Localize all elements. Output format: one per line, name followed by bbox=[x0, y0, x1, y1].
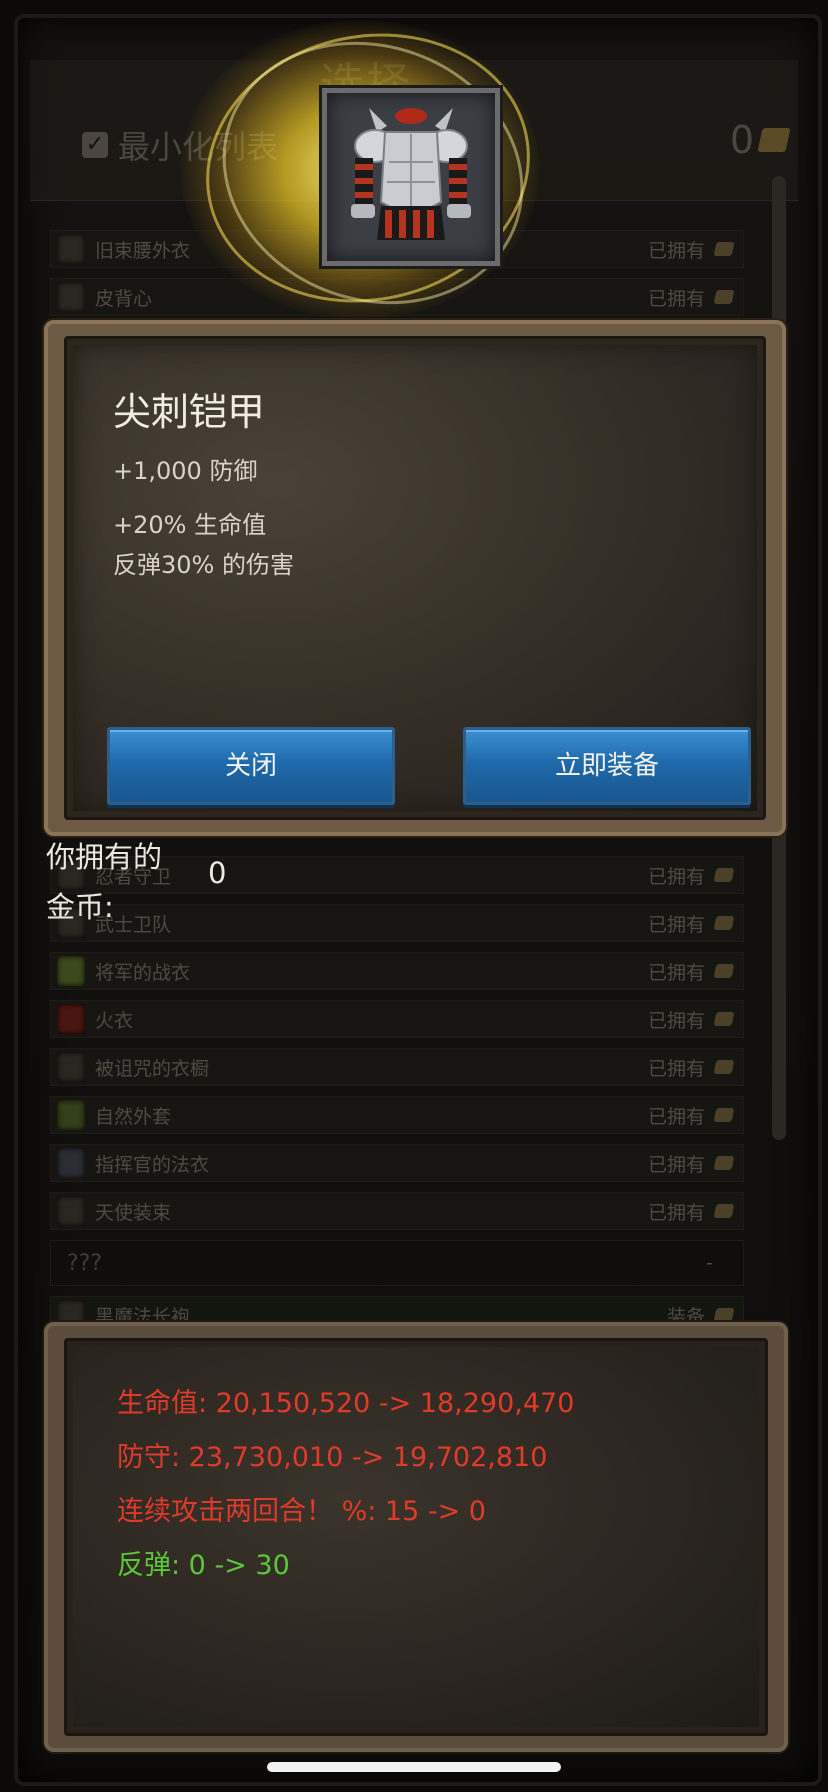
gold-coin-icon bbox=[713, 868, 735, 882]
item-status: 已拥有 bbox=[647, 913, 705, 936]
item-status: 已拥有 bbox=[647, 1201, 705, 1224]
item-status: - bbox=[706, 1252, 713, 1274]
item-status: 已拥有 bbox=[647, 1105, 705, 1128]
stat-hp-change: 生命值: 20,150,520 -> 18,290,470 bbox=[117, 1388, 575, 1419]
gold-coin-icon bbox=[713, 1060, 735, 1074]
item-status: 已拥有 bbox=[647, 961, 705, 984]
close-button[interactable]: 关闭 bbox=[107, 727, 395, 805]
item-defense-stat: +1,000 防御 bbox=[113, 457, 258, 485]
list-item[interactable]: 指挥官的法衣 已拥有 bbox=[50, 1144, 744, 1182]
item-name: 火衣 bbox=[95, 1009, 134, 1032]
list-item[interactable]: 自然外套 已拥有 bbox=[50, 1096, 744, 1134]
item-name: 自然外套 bbox=[95, 1105, 172, 1128]
gold-coin-icon bbox=[713, 1012, 735, 1026]
stats-panel-inner: 生命值: 20,150,520 -> 18,290,470 防守: 23,730… bbox=[64, 1338, 768, 1736]
armor-thumbnail-icon bbox=[57, 1100, 85, 1130]
gold-coin-icon bbox=[713, 1156, 735, 1170]
owned-gold-value: 0 bbox=[208, 856, 227, 890]
item-name: 指挥官的法衣 bbox=[95, 1153, 210, 1176]
armor-thumbnail-icon bbox=[57, 282, 85, 312]
stat-double-attack-change: 连续攻击两回合！ %: 15 -> 0 bbox=[117, 1496, 486, 1527]
list-item-locked[interactable]: ??? - bbox=[50, 1240, 744, 1286]
armor-thumbnail-icon bbox=[57, 1052, 85, 1082]
item-status: 已拥有 bbox=[647, 1057, 705, 1080]
gold-coin-icon bbox=[713, 290, 735, 304]
armor-thumbnail-icon bbox=[57, 1148, 85, 1178]
checkbox-icon[interactable]: ✓ bbox=[82, 132, 108, 158]
item-status: 已拥有 bbox=[647, 865, 705, 888]
item-status: 已拥有 bbox=[647, 1153, 705, 1176]
home-indicator[interactable] bbox=[267, 1762, 561, 1772]
item-status: 已拥有 bbox=[647, 1009, 705, 1032]
gold-coin-icon bbox=[757, 128, 791, 152]
item-name: 将军的战衣 bbox=[95, 961, 191, 984]
item-name: ??? bbox=[67, 1250, 103, 1276]
list-item[interactable]: 将军的战衣 已拥有 bbox=[50, 952, 744, 990]
item-name: 被诅咒的衣橱 bbox=[95, 1057, 210, 1080]
armor-thumbnail-icon bbox=[57, 234, 85, 264]
item-name: 忍者守卫 bbox=[95, 865, 172, 888]
item-status: 已拥有 bbox=[647, 239, 705, 262]
equip-now-button[interactable]: 立即装备 bbox=[463, 727, 751, 805]
item-reflect-stat: 反弹30% 的伤害 bbox=[113, 551, 294, 579]
item-name: 天使装束 bbox=[95, 1201, 172, 1224]
gold-coin-icon bbox=[713, 1308, 735, 1322]
item-detail-dialog: 尖刺铠甲 +1,000 防御 +20% 生命值 反弹30% 的伤害 关闭 立即装… bbox=[44, 320, 786, 836]
list-item[interactable]: 天使装束 已拥有 bbox=[50, 1192, 744, 1230]
item-hp-stat: +20% 生命值 bbox=[113, 511, 267, 539]
gold-coin-icon bbox=[713, 1108, 735, 1122]
stat-reflect-change: 反弹: 0 -> 30 bbox=[117, 1550, 290, 1581]
gold-coin-icon bbox=[713, 242, 735, 256]
item-name: 武士卫队 bbox=[95, 913, 172, 936]
armor-thumbnail-icon bbox=[57, 1004, 85, 1034]
item-name-title: 尖刺铠甲 bbox=[113, 390, 266, 434]
gold-coin-icon bbox=[713, 916, 735, 930]
gold-amount: 0 bbox=[729, 118, 754, 162]
list-item[interactable]: 被诅咒的衣橱 已拥有 bbox=[50, 1048, 744, 1086]
stats-comparison-panel: 生命值: 20,150,520 -> 18,290,470 防守: 23,730… bbox=[44, 1322, 788, 1752]
spiked-armor-icon bbox=[322, 88, 500, 266]
owned-gold-label: 你拥有的 金币: bbox=[46, 840, 163, 924]
armor-thumbnail-icon bbox=[57, 1196, 85, 1226]
list-item[interactable]: 火衣 已拥有 bbox=[50, 1000, 744, 1038]
stat-defense-change: 防守: 23,730,010 -> 19,702,810 bbox=[117, 1442, 548, 1473]
armor-thumbnail-icon bbox=[57, 956, 85, 986]
gold-coin-icon bbox=[713, 964, 735, 978]
gold-coin-icon bbox=[713, 1204, 735, 1218]
item-status: 已拥有 bbox=[647, 287, 705, 310]
dialog-panel: 尖刺铠甲 +1,000 防御 +20% 生命值 反弹30% 的伤害 关闭 立即装… bbox=[64, 336, 766, 820]
gold-counter: 0 bbox=[729, 118, 791, 162]
